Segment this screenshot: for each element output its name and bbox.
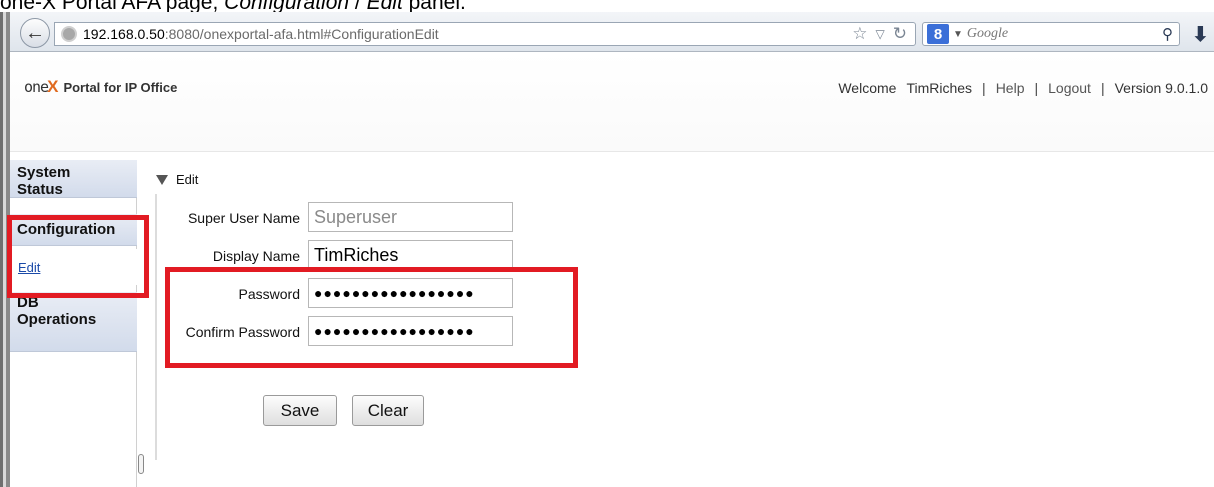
highlight-box-password (165, 267, 578, 368)
version-text: Version 9.0.1.0 (1114, 80, 1208, 96)
display-name-label: Display Name (212, 248, 300, 264)
download-icon[interactable]: ⬇ (1192, 22, 1209, 47)
back-button[interactable]: ← (20, 18, 50, 48)
dropdown-arrow-icon[interactable]: ▽ (876, 24, 885, 44)
search-engine-dropdown-icon[interactable]: ▼ (953, 29, 963, 40)
browser-window: ← 192.168.0.50:8080/onexportal-afa.html#… (0, 12, 1214, 487)
super-user-name-label: Super User Name (187, 210, 300, 226)
sidebar: System Status Configuration Edit DB Oper… (10, 160, 137, 487)
super-user-name-field: Superuser (308, 202, 513, 232)
browser-toolbar: ← 192.168.0.50:8080/onexportal-afa.html#… (10, 12, 1214, 52)
url-tools: ☆ ▽ ↻ (852, 24, 907, 44)
page-header: one X Portal for IP Office Welcome TimRi… (10, 52, 1214, 152)
display-name-field[interactable]: TimRiches (308, 240, 513, 270)
username: TimRiches (906, 80, 973, 96)
google-icon[interactable]: 8 (927, 24, 949, 44)
section-header[interactable]: Edit (156, 172, 198, 187)
section-title: Edit (176, 172, 199, 187)
separator: | (982, 80, 986, 96)
logo-x: X (47, 77, 59, 96)
search-icon[interactable]: ⚲ (1162, 25, 1173, 43)
search-placeholder: Google (966, 26, 1009, 41)
star-icon[interactable]: ☆ (852, 24, 867, 44)
sidebar-item-system-status[interactable]: System Status (10, 160, 137, 198)
url-bar[interactable]: 192.168.0.50:8080/onexportal-afa.html#Co… (54, 22, 916, 46)
url-host: 192.168.0.50 (83, 26, 165, 42)
welcome-text: Welcome (838, 80, 897, 96)
logout-link[interactable]: Logout (1048, 80, 1091, 96)
collapse-triangle-icon[interactable] (156, 174, 168, 185)
sidebar-resize-handle[interactable] (138, 454, 144, 474)
search-bar[interactable]: 8 ▼ Google ⚲ (922, 22, 1180, 46)
logo-mark: one (24, 78, 49, 96)
globe-icon (61, 26, 77, 42)
clear-button[interactable]: Clear (352, 395, 424, 426)
separator: | (1100, 80, 1105, 96)
onex-logo: one X Portal for IP Office (24, 77, 177, 97)
separator: | (1034, 80, 1039, 96)
save-button[interactable]: Save (263, 395, 337, 426)
sidebar-item-db-operations[interactable]: DB Operations (10, 292, 137, 352)
logo-text: Portal for IP Office (63, 79, 178, 95)
url-path: :8080/onexportal-afa.html#ConfigurationE… (164, 26, 439, 42)
help-link[interactable]: Help (996, 80, 1025, 96)
header-links: Welcome TimRiches | Help | Logout | Vers… (838, 80, 1208, 96)
highlight-box-configuration (7, 215, 149, 298)
reload-icon[interactable]: ↻ (893, 24, 907, 44)
sidebar-item-label: System Status (17, 164, 71, 198)
sidebar-item-label: DB Operations (17, 294, 97, 328)
back-arrow-icon: ← (25, 21, 45, 44)
